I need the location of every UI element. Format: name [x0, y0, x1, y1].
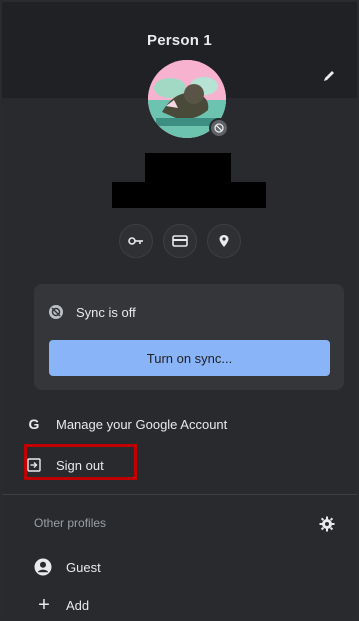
- manage-google-account-item[interactable]: G Manage your Google Account: [26, 411, 228, 437]
- passwords-button[interactable]: [118, 224, 153, 258]
- google-g-icon: G: [28, 416, 40, 432]
- guest-profile-item[interactable]: Guest: [34, 554, 101, 580]
- manage-google-account-label: Manage your Google Account: [56, 416, 228, 432]
- sign-out-item[interactable]: Sign out: [26, 452, 104, 478]
- payment-methods-button[interactable]: [162, 224, 197, 258]
- guest-label: Guest: [66, 559, 101, 575]
- key-icon: [127, 237, 143, 245]
- pencil-icon: [324, 71, 334, 81]
- manage-profiles-button[interactable]: [319, 516, 335, 532]
- plus-icon: +: [38, 594, 50, 616]
- sync-card: Sync is off Turn on sync...: [34, 284, 344, 390]
- sign-out-icon: [27, 458, 41, 472]
- edit-profile-button[interactable]: [319, 66, 339, 86]
- redacted-name: [145, 153, 231, 183]
- sync-status-label: Sync is off: [76, 304, 136, 320]
- credit-card-icon: [171, 235, 188, 247]
- person-icon: [34, 558, 52, 576]
- profile-menu-panel: Person 1 Sync is off Turn on sync... G M…: [2, 2, 357, 619]
- sync-off-icon: [49, 305, 63, 319]
- sync-status: Sync is off: [48, 304, 136, 320]
- redacted-email: [112, 182, 266, 208]
- other-profiles-heading: Other profiles: [34, 516, 107, 530]
- add-profile-item[interactable]: + Add: [36, 592, 89, 618]
- profile-name: Person 1: [147, 32, 212, 49]
- sync-paused-icon: [209, 118, 229, 138]
- turn-on-sync-button[interactable]: Turn on sync...: [49, 340, 330, 376]
- gear-icon: [319, 516, 335, 532]
- autofill-shortcuts: [2, 224, 357, 258]
- add-label: Add: [66, 597, 90, 613]
- location-pin-icon: [219, 235, 228, 247]
- addresses-button[interactable]: [206, 224, 241, 258]
- divider: [2, 494, 357, 495]
- sign-out-label: Sign out: [56, 457, 104, 473]
